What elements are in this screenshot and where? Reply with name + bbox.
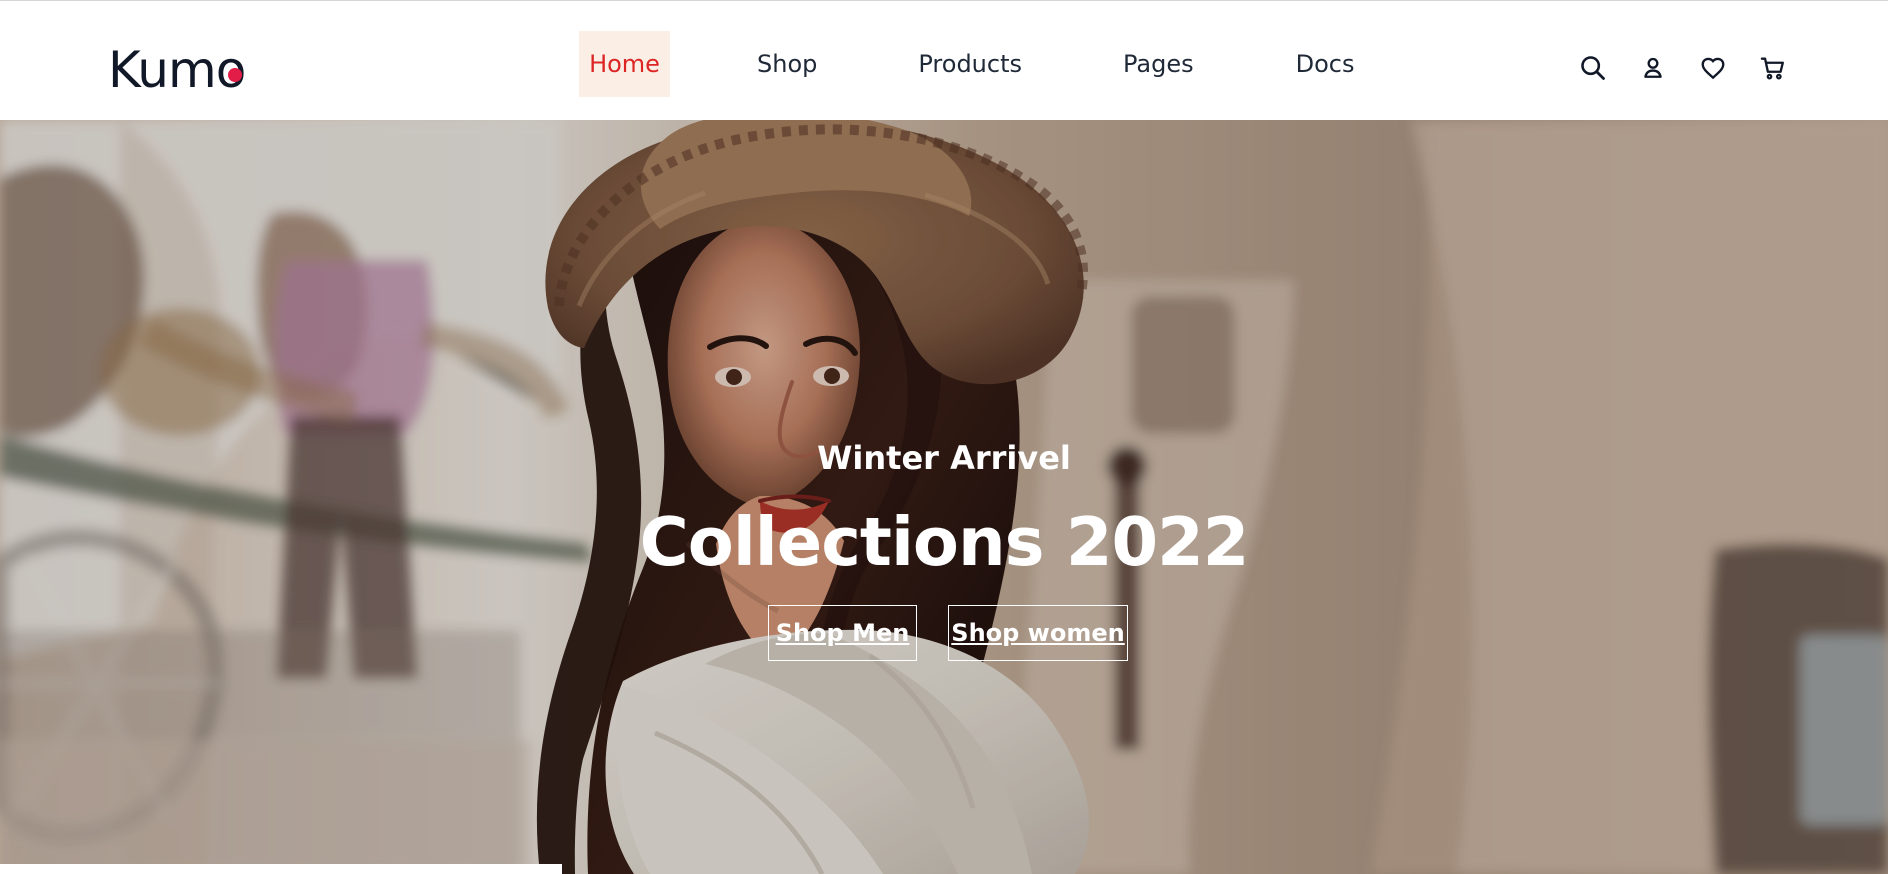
hero-banner: Winter Arrivel Collections 2022 Shop Men… xyxy=(0,120,1888,874)
search-icon xyxy=(1581,56,1605,80)
nav-shop[interactable]: Shop xyxy=(757,31,817,97)
logo-o: o xyxy=(216,45,247,95)
cart-icon xyxy=(1760,57,1784,80)
kumo-logo[interactable]: Kumo xyxy=(108,35,247,99)
account-button[interactable] xyxy=(1638,53,1668,83)
hero-image-tint xyxy=(0,120,1888,874)
page: Kumo Home Shop Products Pages Docs xyxy=(0,0,1888,874)
header-actions xyxy=(1578,53,1788,83)
cookie-notice-text xyxy=(6,865,558,874)
cookie-notice-strip xyxy=(0,864,562,874)
logo-red-dot xyxy=(227,68,242,82)
nav-pages[interactable]: Pages xyxy=(1123,31,1194,97)
wishlist-button[interactable] xyxy=(1698,53,1728,83)
cart-button[interactable] xyxy=(1758,53,1788,83)
hero-subtitle: Winter Arrivel xyxy=(817,439,1071,477)
search-button[interactable] xyxy=(1578,53,1608,83)
nav-products[interactable]: Products xyxy=(918,31,1022,97)
hero-buttons: Shop Men Shop women xyxy=(768,605,1128,661)
nav-docs[interactable]: Docs xyxy=(1296,31,1355,97)
heart-icon xyxy=(1701,57,1725,80)
user-icon xyxy=(1644,57,1662,78)
site-header: Kumo Home Shop Products Pages Docs xyxy=(0,0,1888,120)
logo-text-kum: Kum xyxy=(108,41,217,99)
hero-title: Collections 2022 xyxy=(639,503,1250,581)
main-navigation: Home Shop Products Pages Docs xyxy=(579,31,1355,97)
shop-women-button[interactable]: Shop women xyxy=(948,605,1128,661)
nav-home[interactable]: Home xyxy=(579,31,670,97)
shop-men-button[interactable]: Shop Men xyxy=(768,605,917,661)
